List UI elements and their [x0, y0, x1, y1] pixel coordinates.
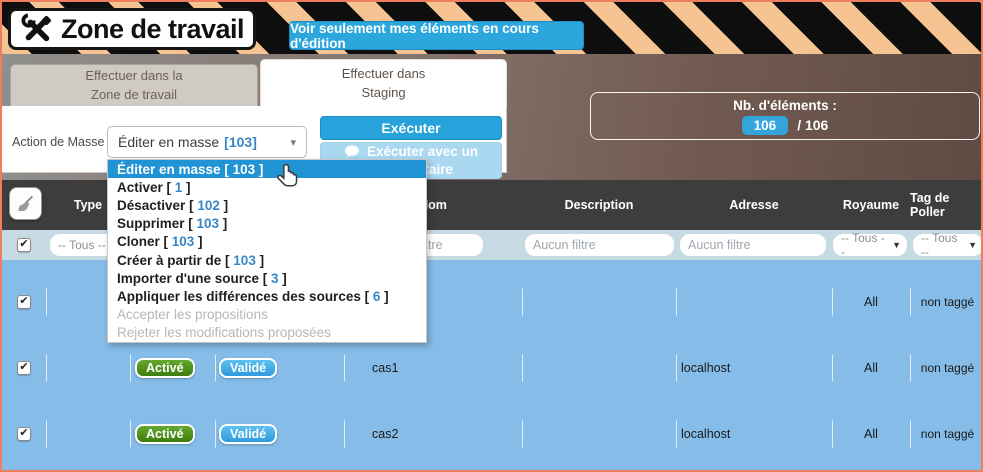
cell-royaume: All	[832, 335, 910, 401]
column-header-description: Description	[522, 180, 676, 230]
element-count-label: Nb. d'éléments :	[733, 98, 837, 113]
filter-adresse-wrapper	[680, 234, 826, 256]
status-badge: Validé	[219, 424, 277, 444]
element-count-panel: Nb. d'éléments : 106 / 106	[590, 92, 980, 140]
state-badge: Activé	[135, 358, 195, 378]
cell-description	[522, 269, 676, 335]
cell-tag: non taggé	[910, 335, 983, 401]
status-badge: Validé	[219, 358, 277, 378]
mass-action-select[interactable]: Éditer en masse [103] ▾	[107, 126, 307, 158]
cell-royaume: All	[832, 401, 910, 467]
cell-nom: cas1	[344, 335, 522, 401]
check-icon: ✔	[19, 428, 28, 439]
column-header-tag: Tag de Poller	[910, 180, 983, 230]
mass-action-count: [103]	[224, 134, 257, 150]
tab-staging[interactable]: Effectuer dans Staging	[260, 59, 507, 107]
tools-icon	[21, 13, 53, 45]
menu-item-supprimer[interactable]: Supprimer [ 103 ]	[108, 215, 426, 233]
check-icon: ✔	[19, 296, 28, 307]
cell-tag: non taggé	[910, 269, 983, 335]
filter-description-input[interactable]	[525, 234, 674, 256]
cell-adresse	[676, 269, 832, 335]
clear-filters-button[interactable]	[9, 187, 42, 220]
state-badge: Activé	[135, 424, 195, 444]
menu-item-importer-source[interactable]: Importer d'une source [ 3 ]	[108, 269, 426, 287]
broom-icon	[16, 194, 35, 214]
page-title-box: Zone de travail	[8, 8, 256, 50]
mass-action-label: Action de Masse	[12, 126, 104, 158]
column-header-royaume: Royaume	[832, 180, 910, 230]
tab-workzone[interactable]: Effectuer dans la Zone de travail	[10, 64, 258, 107]
show-my-elements-button[interactable]: Voir seulement mes éléments en cours d'é…	[289, 21, 584, 50]
menu-item-accepter-propositions: Accepter les propositions	[108, 306, 426, 324]
cell-tag: non taggé	[910, 401, 983, 467]
menu-item-creer-a-partir-de[interactable]: Créer à partir de [ 103 ]	[108, 251, 426, 269]
row-checkbox[interactable]: ✔	[17, 295, 31, 309]
mass-action-dropdown-menu: Éditer en masse [ 103 ] Activer [ 1 ] Dé…	[107, 159, 427, 343]
chevron-down-icon: ▾	[290, 136, 296, 149]
row-checkbox[interactable]: ✔	[17, 361, 31, 375]
cell-adresse: localhost	[676, 335, 832, 401]
mass-action-value: Éditer en masse	[118, 134, 219, 150]
cell-royaume: All	[832, 269, 910, 335]
menu-item-rejeter-modifications: Rejeter les modifications proposées	[108, 324, 426, 342]
filter-royaume-select[interactable]: -- Tous -- ▼	[833, 234, 907, 256]
select-all-checkbox[interactable]: ✔	[17, 238, 31, 252]
filter-description-wrapper	[525, 234, 674, 256]
page-title: Zone de travail	[61, 14, 244, 45]
speech-bubble-icon	[344, 145, 360, 158]
element-count-total: / 106	[797, 117, 828, 133]
cell-description	[522, 335, 676, 401]
cell-adresse: localhost	[676, 401, 832, 467]
execute-button[interactable]: Exécuter	[320, 116, 502, 140]
check-icon: ✔	[19, 362, 28, 373]
cell-description	[522, 401, 676, 467]
hand-cursor-icon	[274, 163, 302, 198]
table-row: ✔ Activé Validé cas1 localhost All non t…	[2, 335, 983, 401]
column-header-adresse: Adresse	[676, 180, 832, 230]
menu-item-activer[interactable]: Activer [ 1 ]	[108, 178, 426, 196]
check-icon: ✔	[19, 239, 28, 250]
table-row: ✔ Activé Validé cas2 localhost All non t…	[2, 401, 983, 467]
filter-tag-select[interactable]: -- Tous -- ▼	[913, 234, 983, 256]
filter-adresse-input[interactable]	[680, 234, 826, 256]
element-count-badge: 106	[742, 116, 789, 135]
caret-down-icon: ▼	[892, 240, 901, 250]
row-checkbox[interactable]: ✔	[17, 427, 31, 441]
cell-nom: cas2	[344, 401, 522, 467]
menu-item-editer-en-masse[interactable]: Éditer en masse [ 103 ]	[108, 160, 426, 178]
caret-down-icon: ▼	[968, 240, 977, 250]
menu-item-desactiver[interactable]: Désactiver [ 102 ]	[108, 196, 426, 214]
menu-item-cloner[interactable]: Cloner [ 103 ]	[108, 233, 426, 251]
workzone-page: Zone de travail Voir seulement mes éléme…	[0, 0, 983, 472]
menu-item-appliquer-differences[interactable]: Appliquer les différences des sources [ …	[108, 287, 426, 305]
